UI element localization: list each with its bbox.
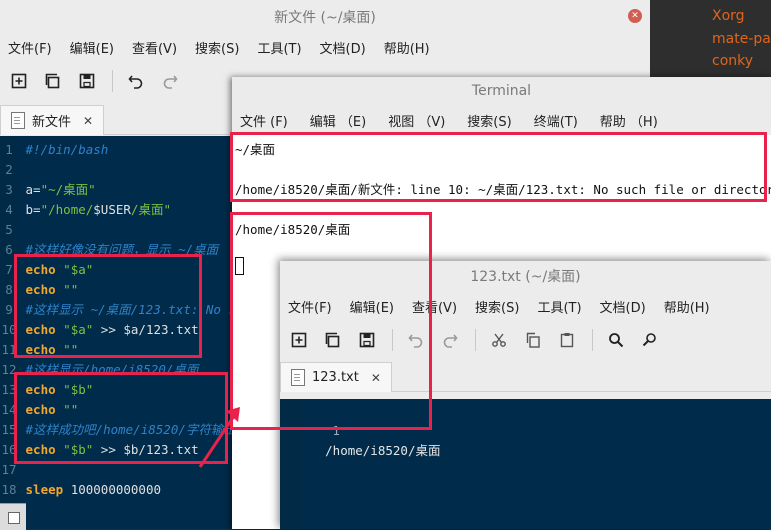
- code-token: #!/bin/bash: [25, 142, 109, 157]
- redo-icon: [163, 75, 178, 89]
- desktop-process-label: mate-pa: [712, 31, 771, 47]
- window-title: Terminal: [471, 83, 532, 99]
- desktop-background: Xorg mate-pa conky: [650, 0, 771, 85]
- open-document-button[interactable]: [42, 70, 64, 92]
- desktop-process-label: conky: [712, 53, 754, 69]
- window-titlebar[interactable]: Terminal: [232, 77, 771, 105]
- code-token: $USER: [93, 202, 131, 217]
- redo-button[interactable]: [159, 70, 181, 92]
- new-document-icon: [11, 73, 27, 89]
- window-title: 123.txt (~/桌面): [470, 269, 581, 285]
- toolbar-separator: [475, 329, 476, 351]
- menu-bar: 文件(F) 编辑(E) 查看(V) 搜索(S) 工具(T) 文档(D) 帮助(H…: [0, 36, 650, 58]
- menu-file[interactable]: 文件 (F): [240, 111, 288, 130]
- line-number: 1: [5, 142, 13, 157]
- line-number: 5: [5, 222, 13, 237]
- menu-edit[interactable]: 编辑(E): [70, 38, 114, 57]
- code-line: 2: [0, 160, 26, 180]
- scissors-icon: [492, 333, 506, 347]
- code-token: a=: [25, 182, 41, 197]
- redo-icon: [443, 334, 458, 348]
- open-document-icon: [45, 73, 60, 89]
- line-number: 2: [5, 162, 13, 177]
- tab-new-file[interactable]: 新文件 ✕: [0, 105, 105, 135]
- code-line: 3 a="~/桌面": [0, 180, 96, 200]
- menu-help[interactable]: 帮助 （H): [600, 111, 658, 130]
- cut-button[interactable]: [488, 329, 510, 351]
- menu-help[interactable]: 帮助(H): [664, 297, 710, 316]
- menu-search[interactable]: 搜索(S): [475, 297, 519, 316]
- annotation-box: [230, 132, 767, 202]
- menu-search[interactable]: 搜索(S): [467, 111, 511, 130]
- toolbar-separator: [112, 70, 113, 92]
- search-icon: [609, 333, 624, 348]
- desktop-process-label: Xorg: [712, 8, 745, 24]
- workspace-switcher[interactable]: [0, 503, 26, 530]
- new-document-button[interactable]: [8, 70, 30, 92]
- window-titlebar[interactable]: 新文件 (~/桌面) ✕: [0, 0, 650, 36]
- undo-icon: [128, 75, 143, 89]
- code-text: #!/bin/bash: [18, 142, 109, 157]
- copy-icon: [526, 332, 540, 348]
- code-text: b="/home/$USER/桌面": [18, 202, 171, 217]
- document-icon: [11, 112, 25, 129]
- code-line: 1 #!/bin/bash: [0, 140, 108, 160]
- code-line: 18 sleep 100000000000: [0, 480, 161, 500]
- clipboard-icon: [560, 333, 574, 348]
- close-tab-icon[interactable]: ✕: [83, 114, 93, 128]
- menu-tools[interactable]: 工具(T): [257, 38, 301, 57]
- save-button[interactable]: [76, 70, 98, 92]
- code-token: sleep: [25, 482, 64, 497]
- code-line: 5: [0, 220, 26, 240]
- menu-documents[interactable]: 文档(D): [320, 38, 366, 57]
- save-icon: [79, 73, 95, 89]
- copy-button[interactable]: [522, 329, 544, 351]
- annotation-box: [14, 254, 202, 358]
- menu-edit[interactable]: 编辑 （E): [310, 111, 366, 130]
- code-token: 100000000000: [63, 482, 162, 497]
- line-number: 3: [5, 182, 13, 197]
- code-text: sleep 100000000000: [18, 482, 161, 497]
- code-text: /home/i8520/桌面: [325, 443, 441, 458]
- annotation-box: [230, 212, 432, 430]
- line-number: 4: [5, 202, 13, 217]
- redo-button[interactable]: [439, 329, 461, 351]
- find-replace-button[interactable]: [639, 329, 661, 351]
- code-token: b=: [25, 202, 41, 217]
- code-line: 4 b="/home/$USER/桌面": [0, 200, 171, 220]
- menu-tools[interactable]: 工具(T): [537, 297, 581, 316]
- close-window-icon[interactable]: ✕: [628, 9, 642, 23]
- paste-button[interactable]: [556, 329, 578, 351]
- menu-view[interactable]: 查看(V): [132, 38, 177, 57]
- menu-help[interactable]: 帮助(H): [384, 38, 430, 57]
- menu-file[interactable]: 文件(F): [8, 38, 52, 57]
- menu-bar: 文件 (F) 编辑 （E) 视图 （V) 搜索(S) 终端(T) 帮助 （H): [232, 105, 771, 135]
- menu-search[interactable]: 搜索(S): [195, 38, 239, 57]
- window-title: 新文件 (~/桌面): [274, 10, 376, 26]
- find-replace-icon: [642, 333, 656, 347]
- line-number: 18: [1, 482, 17, 497]
- code-token: "/home/: [40, 202, 94, 217]
- menu-terminal[interactable]: 终端(T): [534, 111, 578, 130]
- annotation-arrow-icon: [198, 407, 240, 468]
- code-token: "~/桌面": [40, 182, 96, 197]
- undo-button[interactable]: [125, 70, 147, 92]
- code-token: /桌面": [130, 202, 171, 217]
- toolbar-separator: [592, 329, 593, 351]
- menu-documents[interactable]: 文档(D): [600, 297, 646, 316]
- code-text: a="~/桌面": [18, 182, 96, 197]
- tab-label: 新文件: [32, 115, 72, 130]
- find-button[interactable]: [605, 329, 627, 351]
- menu-view[interactable]: 视图 （V): [388, 111, 445, 130]
